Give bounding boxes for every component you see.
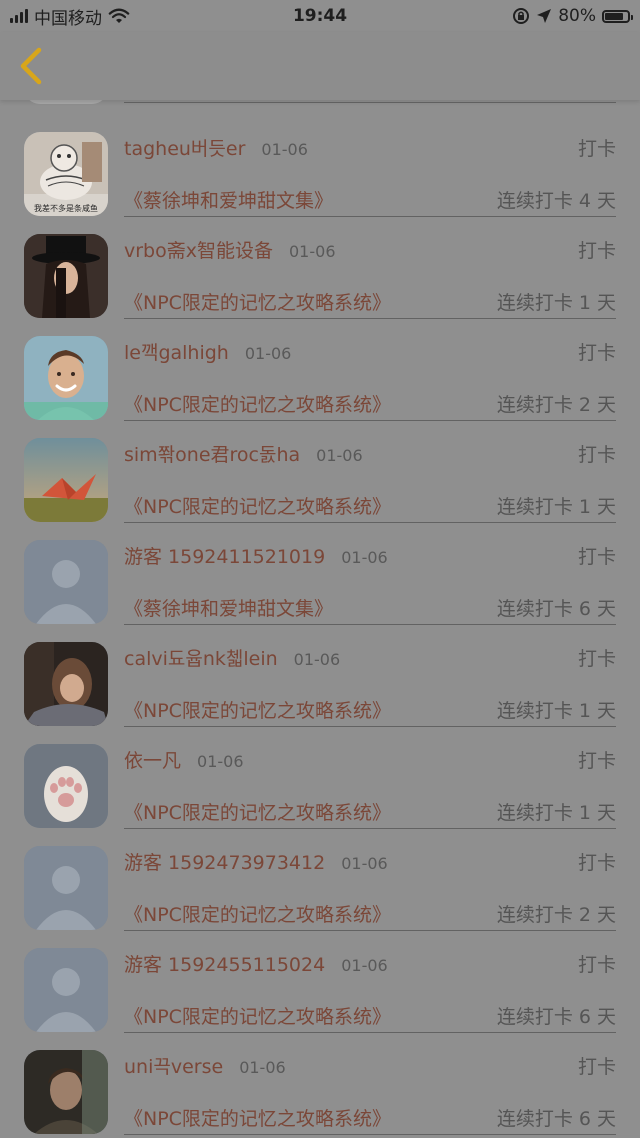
avatar[interactable] (24, 336, 108, 420)
avatar[interactable] (24, 744, 108, 828)
book-title[interactable]: 《NPC限定的记忆之攻略系统》 (124, 1104, 391, 1131)
chevron-left-icon (20, 47, 42, 85)
user-name: le깩galhigh 01-06 (124, 338, 291, 365)
avatar[interactable] (24, 1050, 108, 1134)
user-name-label: sim쫚one君roc돐ha (124, 444, 301, 466)
avatar[interactable] (24, 540, 108, 624)
user-name-label: vrbo斋x智能设备 (124, 240, 273, 262)
streak-count: 连续打卡 6 天 (496, 1108, 616, 1130)
navigation-bar (0, 32, 640, 100)
checkin-label[interactable]: 打卡 (578, 950, 616, 977)
checkin-label[interactable]: 打卡 (578, 644, 616, 671)
user-name-label: uni끅verse (124, 1056, 224, 1078)
user-name-label: 游客 1592455115024 (124, 954, 326, 976)
user-name: tagheu버듯er 01-06 (124, 134, 308, 161)
checkin-label[interactable]: 打卡 (578, 848, 616, 875)
user-name: 游客 1592455115024 01-06 (124, 950, 388, 977)
checkin-date: 01-06 (239, 1058, 286, 1077)
user-name-label: le깩galhigh (124, 342, 229, 364)
user-name: uni끅verse 01-06 (124, 1052, 286, 1079)
checkin-date: 01-06 (244, 344, 292, 363)
avatar[interactable] (24, 234, 108, 318)
checkin-label[interactable]: 打卡 (578, 338, 616, 365)
row-divider (124, 1134, 616, 1135)
avatar[interactable] (24, 846, 108, 930)
avatar[interactable] (24, 948, 108, 1032)
user-name: 游客 1592473973412 01-06 (124, 848, 388, 875)
list-item[interactable]: 我差不多是条咸鱼 tagheu버듯er 01-06 打卡 《蔡徐坤和爱坤甜文集》 … (0, 104, 640, 217)
signal-icon (10, 9, 28, 23)
checkin-label[interactable]: 打卡 (578, 542, 616, 569)
list-item[interactable]: 游客 1592455115024 01-06 打卡 《NPC限定的记忆之攻略系统》… (0, 920, 640, 1033)
user-name: calvi됴윱nk첿lein 01-06 (124, 644, 340, 671)
checkin-date: 01-06 (341, 854, 388, 873)
checkin-label[interactable]: 打卡 (578, 1052, 616, 1079)
user-name-label: calvi됴윱nk첿lein (124, 648, 278, 670)
checkin-label[interactable]: 打卡 (578, 440, 616, 467)
status-bar: 中国移动 19:44 80% (0, 0, 640, 32)
checkin-list[interactable]: 我差不多是条咸鱼 tagheu버듯er 01-06 打卡 《蔡徐坤和爱坤甜文集》 … (0, 100, 640, 1138)
location-arrow-icon (537, 9, 552, 23)
list-item[interactable]: 游客 1592473973412 01-06 打卡 《NPC限定的记忆之攻略系统》… (0, 818, 640, 931)
avatar[interactable] (24, 438, 108, 522)
checkin-label[interactable]: 打卡 (578, 236, 616, 263)
checkin-date: 01-06 (341, 956, 388, 975)
battery-icon (602, 9, 633, 23)
list-item[interactable]: vrbo斋x智能设备 01-06 打卡 《NPC限定的记忆之攻略系统》 连续打卡 … (0, 206, 640, 319)
orientation-lock-icon (513, 8, 530, 24)
user-name: vrbo斋x智能设备 01-06 (124, 236, 336, 263)
user-name: sim쫚one君roc돐ha 01-06 (124, 440, 363, 467)
battery-percent: 80% (558, 6, 596, 26)
checkin-date: 01-06 (289, 242, 336, 261)
checkin-date: 01-06 (293, 650, 341, 669)
back-button[interactable] (12, 44, 48, 88)
checkin-date: 01-06 (197, 752, 244, 771)
avatar[interactable]: 我差不多是条咸鱼 (24, 132, 108, 216)
list-item[interactable]: uni끅verse 01-06 打卡 《NPC限定的记忆之攻略系统》 连续打卡 6… (0, 1022, 640, 1135)
carrier-label: 中国移动 (34, 8, 102, 29)
user-name-label: tagheu버듯er (124, 138, 246, 160)
row-divider (124, 102, 616, 103)
list-item[interactable]: le깩galhigh 01-06 打卡 《NPC限定的记忆之攻略系统》 连续打卡 … (0, 308, 640, 421)
user-name: 依一凡 01-06 (124, 746, 244, 773)
user-name-label: 游客 1592473973412 (124, 852, 326, 874)
checkin-label[interactable]: 打卡 (578, 134, 616, 161)
list-item[interactable]: 游客 1592411521019 01-06 打卡 《蔡徐坤和爱坤甜文集》 连续打… (0, 512, 640, 625)
list-item[interactable]: 依一凡 01-06 打卡 《NPC限定的记忆之攻略系统》 连续打卡 1 天 (0, 716, 640, 829)
user-name: 游客 1592411521019 01-06 (124, 542, 388, 569)
checkin-date: 01-06 (316, 446, 363, 465)
list-item[interactable]: sim쫚one君roc돐ha 01-06 打卡 《NPC限定的记忆之攻略系统》 连… (0, 410, 640, 523)
checkin-label[interactable]: 打卡 (578, 746, 616, 773)
user-name-label: 依一凡 (124, 750, 182, 772)
checkin-date: 01-06 (261, 140, 308, 159)
avatar[interactable] (24, 642, 108, 726)
wifi-icon (108, 8, 130, 23)
user-name-label: 游客 1592411521019 (124, 546, 326, 568)
checkin-date: 01-06 (341, 548, 388, 567)
list-item[interactable]: calvi됴윱nk첿lein 01-06 打卡 《NPC限定的记忆之攻略系统》 连… (0, 614, 640, 727)
